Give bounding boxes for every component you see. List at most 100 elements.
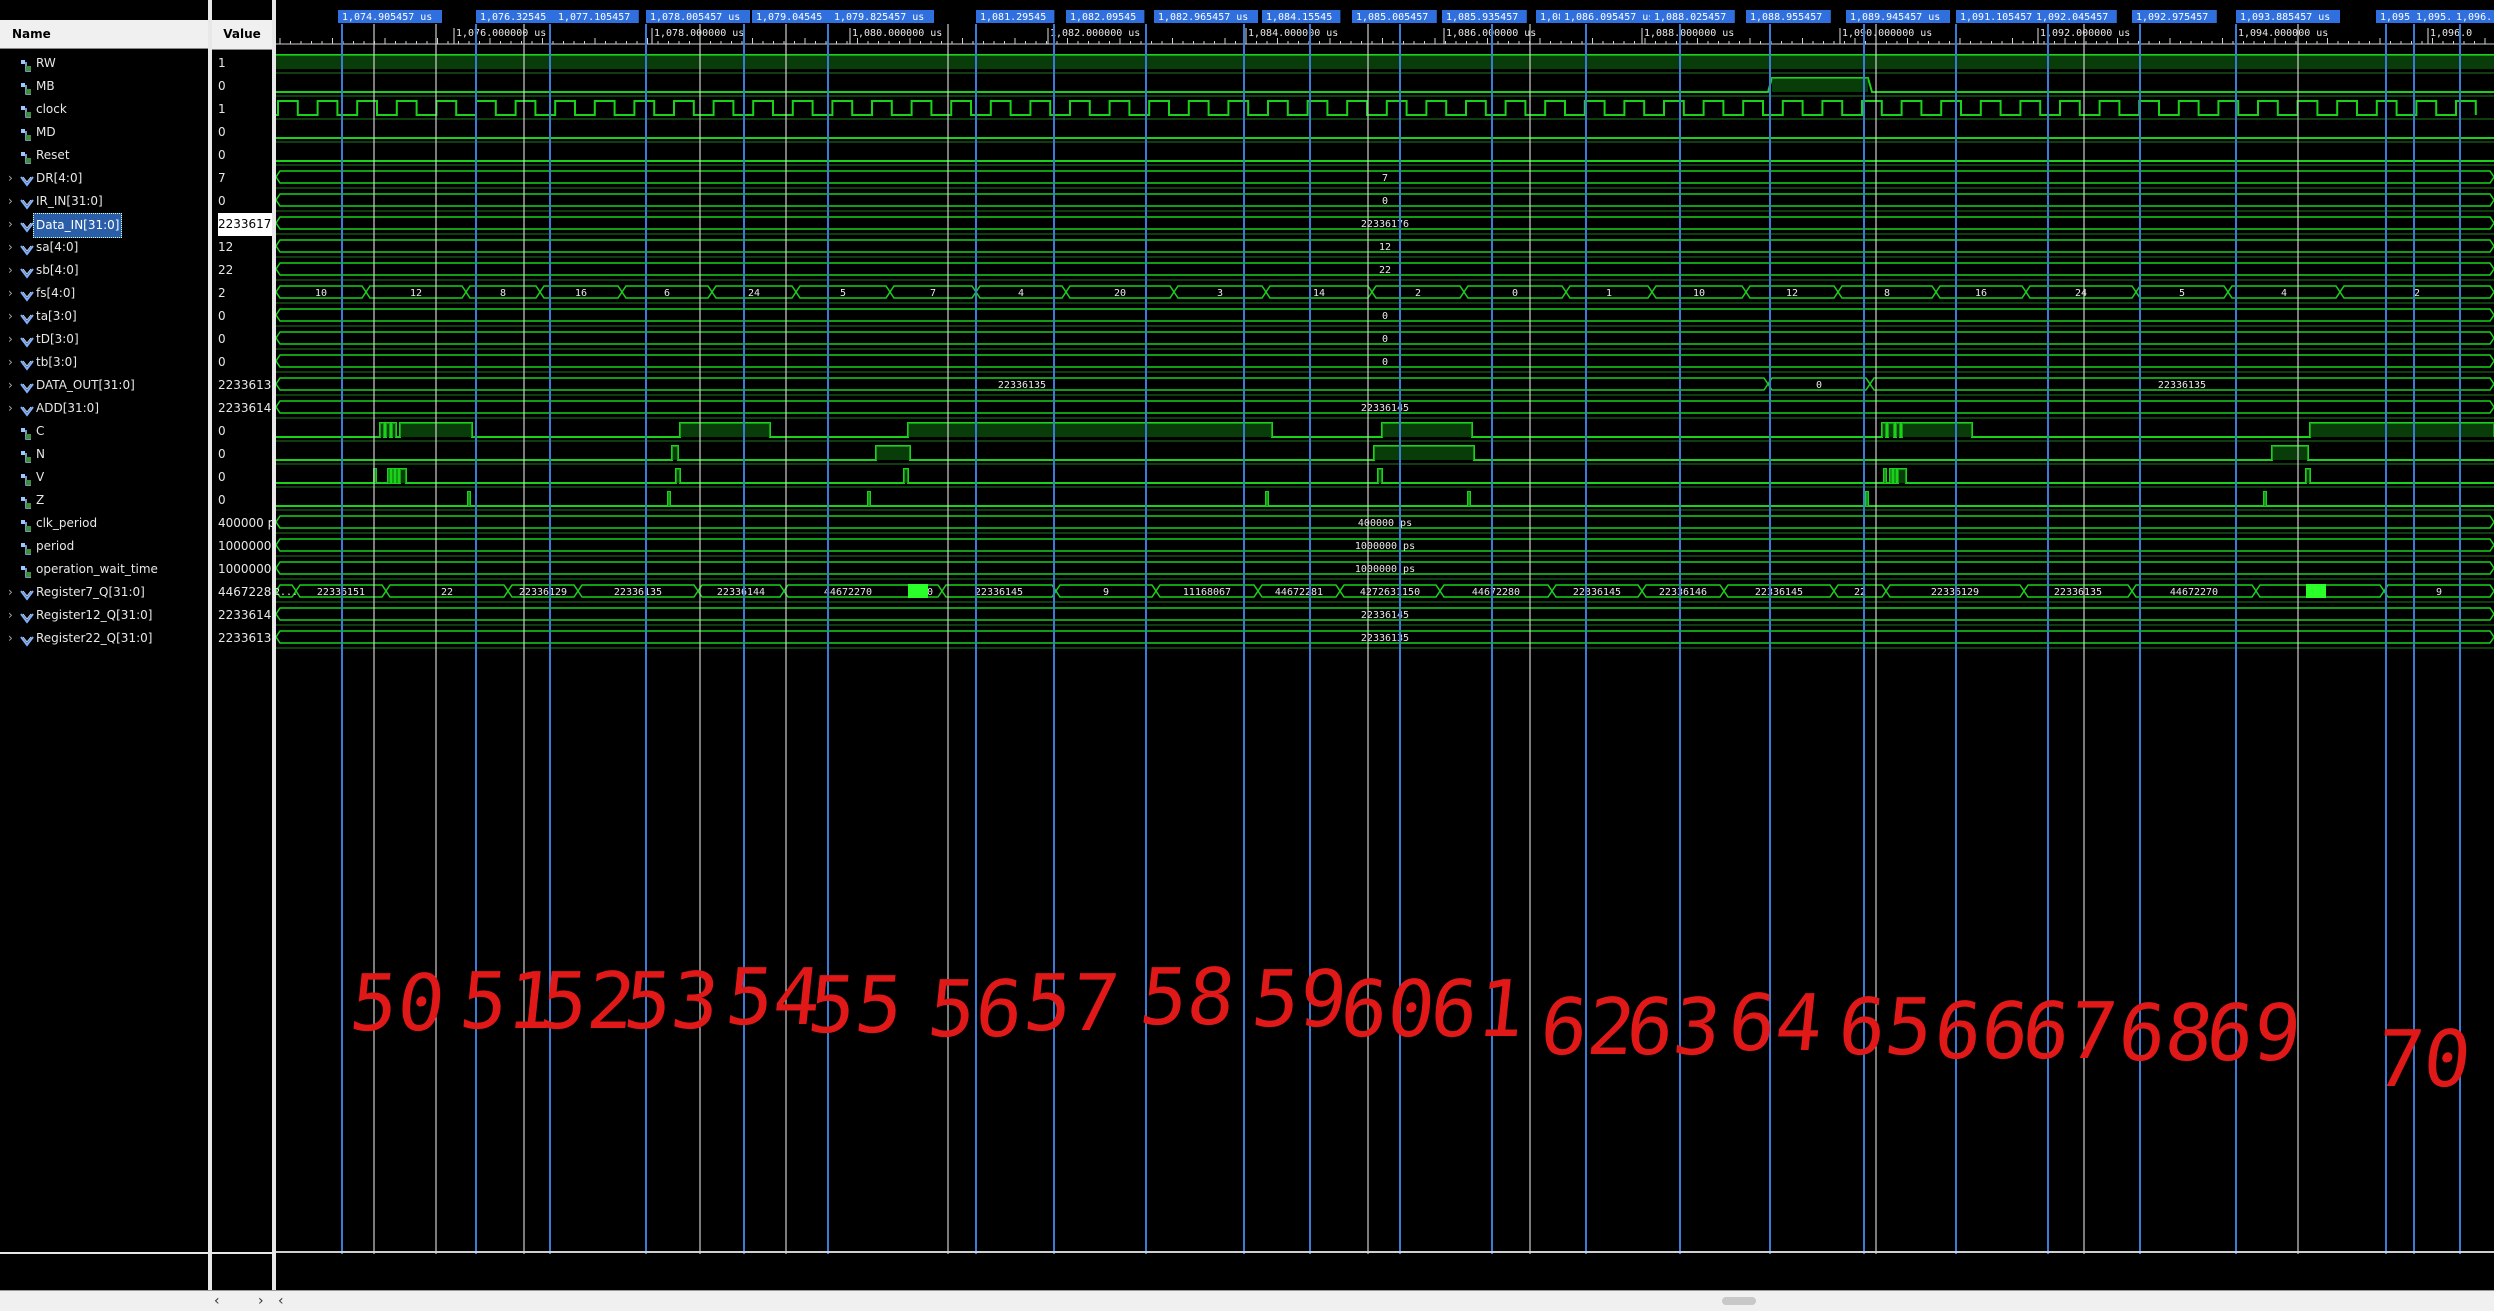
- value-column-header[interactable]: Value: [212, 20, 272, 50]
- expand-chevron-icon[interactable]: ›: [8, 581, 13, 604]
- waveform-fill: [1772, 78, 1868, 92]
- signal-row[interactable]: › sb[4:0]: [0, 259, 208, 282]
- signal-row[interactable]: › Register12_Q[31:0]: [0, 604, 208, 627]
- signal-row[interactable]: › ADD[31:0]: [0, 397, 208, 420]
- signal-row[interactable]: C: [0, 420, 208, 443]
- bus-value-fs: 4: [2281, 288, 2287, 299]
- wave-scroll-left-icon[interactable]: ‹: [278, 1291, 284, 1311]
- signal-row[interactable]: › Register22_Q[31:0]: [0, 627, 208, 650]
- signal-row[interactable]: Reset: [0, 144, 208, 167]
- signal-row[interactable]: › DR[4:0]: [0, 167, 208, 190]
- waveform-canvas[interactable]: 1,076.000000 us 1,078.000000 us 1,080.0000…: [274, 0, 2494, 1290]
- expand-chevron-icon[interactable]: ›: [8, 328, 13, 351]
- expand-chevron-icon[interactable]: ›: [8, 305, 13, 328]
- signal-row[interactable]: › IR_IN[31:0]: [0, 190, 208, 213]
- signal-name: period: [36, 539, 75, 553]
- signal-row[interactable]: operation_wait_time: [0, 558, 208, 581]
- signal-value: 12: [218, 240, 234, 254]
- signal-value: 0: [218, 79, 226, 93]
- signal-row[interactable]: clk_period: [0, 512, 208, 535]
- signal-name: C: [36, 424, 45, 438]
- scroll-thumb[interactable]: [1722, 1297, 1756, 1305]
- bus-value-sb: 22: [1379, 265, 1391, 276]
- scroll-left-icon[interactable]: ‹: [214, 1291, 220, 1311]
- signal-row[interactable]: › Data_IN[31:0]: [0, 213, 208, 238]
- ruler-tick-label: 1,092.000000 us: [2040, 28, 2130, 39]
- ruler-tick-label: 1,090.000000 us: [1842, 28, 1932, 39]
- expand-chevron-icon[interactable]: ›: [8, 282, 13, 305]
- signal-value: 2233614: [218, 401, 272, 415]
- signal-name: DR[4:0]: [36, 171, 83, 185]
- signal-name: V: [36, 470, 45, 484]
- panel-divider: [0, 1252, 208, 1254]
- signal-value: 7: [218, 171, 226, 185]
- bus-value-clk-period: 400000 ps: [1358, 518, 1412, 529]
- signal-value: 0: [218, 148, 226, 162]
- bus-value-data-out: 22336135: [998, 380, 1046, 391]
- signal-row[interactable]: MD: [0, 121, 208, 144]
- signal-row[interactable]: MB: [0, 75, 208, 98]
- waveform-fill: [672, 446, 678, 460]
- waveform-fill: [2272, 446, 2308, 460]
- signal-row[interactable]: › tb[3:0]: [0, 351, 208, 374]
- signal-value: 2233613: [218, 378, 272, 392]
- signal-row[interactable]: Z: [0, 489, 208, 512]
- expand-chevron-icon[interactable]: ›: [8, 259, 13, 282]
- waveform-fill: [1896, 423, 1900, 437]
- bus-value-fs: 12: [410, 288, 422, 299]
- cursor-marker-label: 1,086.095457 us: [1564, 12, 1654, 23]
- bus-value-fs: 16: [575, 288, 587, 299]
- ruler-tick-label: 1,080.000000 us: [852, 28, 942, 39]
- waveform-line: [276, 77, 2494, 93]
- expand-chevron-icon[interactable]: ›: [8, 397, 13, 420]
- signal-name: ADD[31:0]: [36, 401, 99, 415]
- signal-row[interactable]: › tD[3:0]: [0, 328, 208, 351]
- signal-value: 1: [218, 102, 226, 116]
- signal-name: ta[3:0]: [36, 309, 77, 323]
- ruler-tick-label: 1,088.000000 us: [1644, 28, 1734, 39]
- ruler-tick-label: 1,076.000000 us: [456, 28, 546, 39]
- signal-row[interactable]: N: [0, 443, 208, 466]
- scroll-right-icon[interactable]: ›: [258, 1291, 264, 1311]
- signal-row[interactable]: › Register7_Q[31:0]: [0, 581, 208, 604]
- expand-chevron-icon[interactable]: ›: [8, 236, 13, 259]
- bus-value-sa: 12: [1379, 242, 1391, 253]
- signal-name: tb[3:0]: [36, 355, 77, 369]
- signal-row[interactable]: › sa[4:0]: [0, 236, 208, 259]
- cursor-marker-label: 1,093.885457 us: [2240, 12, 2330, 23]
- name-column-header[interactable]: Name: [0, 20, 208, 49]
- waveform-fill: [1382, 423, 1472, 437]
- expand-chevron-icon[interactable]: ›: [8, 213, 13, 236]
- signal-value: 0: [218, 194, 226, 208]
- bus-value-register7: 22336144: [717, 587, 765, 598]
- signal-row[interactable]: › fs[4:0]: [0, 282, 208, 305]
- expand-chevron-icon[interactable]: ›: [8, 351, 13, 374]
- signal-row[interactable]: RW: [0, 52, 208, 75]
- waveform-fill: [2306, 469, 2310, 483]
- cursor-marker-label: 1,078.005457 us: [650, 12, 740, 23]
- bus-value-register7: 11168067: [1183, 587, 1231, 598]
- waveform-fill: [868, 492, 870, 506]
- signal-row[interactable]: clock: [0, 98, 208, 121]
- signal-row[interactable]: period: [0, 535, 208, 558]
- signal-row[interactable]: V: [0, 466, 208, 489]
- expand-chevron-icon[interactable]: ›: [8, 604, 13, 627]
- signal-value: 1: [218, 56, 226, 70]
- waveform-fill: [676, 469, 680, 483]
- signal-value: 0: [218, 125, 226, 139]
- bus-value-fs: 24: [2075, 288, 2087, 299]
- signal-row[interactable]: › ta[3:0]: [0, 305, 208, 328]
- expand-chevron-icon[interactable]: ›: [8, 190, 13, 213]
- signal-row[interactable]: › DATA_OUT[31:0]: [0, 374, 208, 397]
- horizontal-scrollbar[interactable]: ‹ › ‹: [0, 1290, 2494, 1311]
- bus-value-register7: 22336146: [1659, 587, 1707, 598]
- handwritten-annotation: 59: [1248, 954, 1351, 1045]
- expand-chevron-icon[interactable]: ›: [8, 627, 13, 650]
- waveform-line: [276, 468, 2494, 484]
- bus-value-register7: 2...: [276, 587, 298, 598]
- expand-chevron-icon[interactable]: ›: [8, 167, 13, 190]
- expand-chevron-icon[interactable]: ›: [8, 374, 13, 397]
- bus-value-register7: 22: [441, 587, 453, 598]
- bus-value-fs: 3: [1217, 288, 1223, 299]
- cursor-marker-label: 1,082.09545: [1070, 12, 1136, 23]
